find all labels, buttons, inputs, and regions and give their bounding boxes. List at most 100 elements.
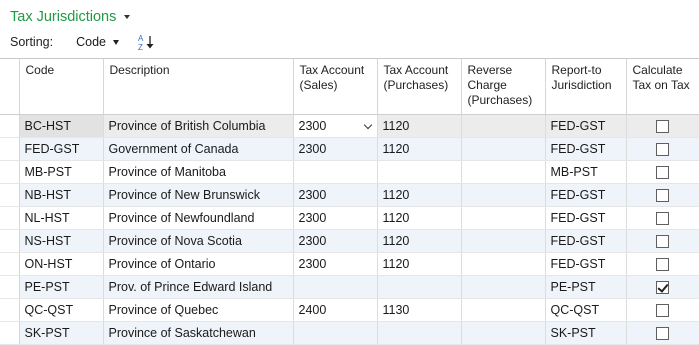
tax-account-purchases-cell[interactable]: 1120 bbox=[377, 183, 462, 207]
report-to-jurisdiction-cell[interactable]: FED-GST bbox=[545, 229, 627, 253]
reverse-charge-cell[interactable] bbox=[461, 160, 546, 184]
table-row[interactable]: SK-PST Province of Saskatchewan SK-PST bbox=[0, 321, 699, 345]
row-selector[interactable] bbox=[0, 298, 20, 322]
code-cell[interactable]: FED-GST bbox=[19, 137, 104, 161]
tax-account-purchases-cell[interactable]: 1120 bbox=[377, 137, 462, 161]
reverse-charge-cell[interactable] bbox=[461, 298, 546, 322]
reverse-charge-cell[interactable] bbox=[461, 137, 546, 161]
tax-account-sales-cell[interactable] bbox=[293, 160, 378, 184]
column-header-report-to-jurisdiction[interactable]: Report-to Jurisdiction bbox=[545, 59, 627, 115]
table-row[interactable]: NB-HST Province of New Brunswick 2300 1120 F… bbox=[0, 183, 699, 207]
tax-account-sales-cell[interactable]: 2400 bbox=[293, 298, 378, 322]
report-to-jurisdiction-cell[interactable]: FED-GST bbox=[545, 137, 627, 161]
tax-account-sales-cell[interactable]: 2300 bbox=[293, 229, 378, 253]
column-header-tax-account-sales[interactable]: Tax Account (Sales) bbox=[293, 59, 378, 115]
tax-account-purchases-cell[interactable] bbox=[377, 160, 462, 184]
calculate-tax-on-tax-checkbox[interactable] bbox=[656, 188, 669, 202]
column-header-code[interactable]: Code bbox=[19, 59, 104, 115]
table-row[interactable]: NS-HST Province of Nova Scotia 2300 1120 FED… bbox=[0, 229, 699, 253]
report-to-jurisdiction-cell[interactable]: FED-GST bbox=[545, 183, 627, 207]
reverse-charge-cell[interactable] bbox=[461, 114, 546, 138]
tax-account-sales-cell[interactable]: 2300 bbox=[293, 206, 378, 230]
tax-account-purchases-cell[interactable] bbox=[377, 275, 462, 299]
row-selector[interactable] bbox=[0, 229, 20, 253]
description-cell[interactable]: Province of Saskatchewan bbox=[103, 321, 294, 345]
column-header-tax-account-purchases[interactable]: Tax Account (Purchases) bbox=[377, 59, 462, 115]
table-row[interactable]: QC-QST Province of Quebec 2400 1130 QC-QST bbox=[0, 298, 699, 322]
calculate-tax-on-tax-checkbox[interactable] bbox=[656, 280, 669, 294]
tax-account-purchases-cell[interactable] bbox=[377, 321, 462, 345]
reverse-charge-cell[interactable] bbox=[461, 252, 546, 276]
column-header-reverse-charge[interactable]: Reverse Charge (Purchases) bbox=[461, 59, 546, 115]
calculate-tax-on-tax-checkbox[interactable] bbox=[656, 303, 669, 317]
row-selector[interactable] bbox=[0, 160, 20, 184]
reverse-charge-cell[interactable] bbox=[461, 229, 546, 253]
tax-account-sales-cell[interactable]: 2300 bbox=[293, 252, 378, 276]
calculate-tax-on-tax-checkbox[interactable] bbox=[656, 142, 669, 156]
tax-account-sales-cell[interactable]: 2300 bbox=[293, 137, 378, 161]
sort-ascending-az-icon[interactable]: A Z bbox=[136, 33, 160, 51]
description-cell[interactable]: Prov. of Prince Edward Island bbox=[103, 275, 294, 299]
calculate-tax-on-tax-checkbox[interactable] bbox=[656, 165, 669, 179]
tax-account-sales-cell[interactable] bbox=[293, 275, 378, 299]
description-cell[interactable]: Province of British Columbia bbox=[103, 114, 294, 138]
table-row[interactable]: FED-GST Government of Canada 2300 1120 FED-G… bbox=[0, 137, 699, 161]
calculate-tax-on-tax-checkbox[interactable] bbox=[656, 326, 669, 340]
code-cell[interactable]: QC-QST bbox=[19, 298, 104, 322]
tax-account-purchases-cell[interactable]: 1120 bbox=[377, 252, 462, 276]
row-selector-header[interactable] bbox=[0, 59, 20, 115]
chevron-down-icon[interactable] bbox=[363, 120, 372, 129]
tax-account-purchases-cell[interactable]: 1120 bbox=[377, 229, 462, 253]
report-to-jurisdiction-cell[interactable]: SK-PST bbox=[545, 321, 627, 345]
table-row[interactable]: MB-PST Province of Manitoba MB-PST bbox=[0, 160, 699, 184]
code-cell[interactable]: BC-HST bbox=[19, 114, 104, 138]
reverse-charge-cell[interactable] bbox=[461, 321, 546, 345]
row-selector[interactable] bbox=[0, 137, 20, 161]
table-row[interactable]: BC-HST Province of British Columbia 2300 11… bbox=[0, 114, 699, 138]
code-cell[interactable]: MB-PST bbox=[19, 160, 104, 184]
report-to-jurisdiction-cell[interactable]: PE-PST bbox=[545, 275, 627, 299]
page-title-bar[interactable]: Tax Jurisdictions bbox=[10, 7, 131, 27]
report-to-jurisdiction-cell[interactable]: MB-PST bbox=[545, 160, 627, 184]
code-cell[interactable]: NL-HST bbox=[19, 206, 104, 230]
row-selector[interactable] bbox=[0, 206, 20, 230]
description-cell[interactable]: Province of Newfoundland bbox=[103, 206, 294, 230]
chevron-down-icon[interactable] bbox=[124, 15, 131, 19]
description-cell[interactable]: Province of Ontario bbox=[103, 252, 294, 276]
report-to-jurisdiction-cell[interactable]: FED-GST bbox=[545, 114, 627, 138]
column-header-description[interactable]: Description bbox=[103, 59, 294, 115]
reverse-charge-cell[interactable] bbox=[461, 275, 546, 299]
code-cell[interactable]: NS-HST bbox=[19, 229, 104, 253]
row-selector[interactable] bbox=[0, 275, 20, 299]
code-cell[interactable]: SK-PST bbox=[19, 321, 104, 345]
table-row[interactable]: NL-HST Province of Newfoundland 2300 1120 FE… bbox=[0, 206, 699, 230]
calculate-tax-on-tax-checkbox[interactable] bbox=[656, 119, 669, 133]
description-cell[interactable]: Province of New Brunswick bbox=[103, 183, 294, 207]
code-cell[interactable]: ON-HST bbox=[19, 252, 104, 276]
description-cell[interactable]: Government of Canada bbox=[103, 137, 294, 161]
description-cell[interactable]: Province of Quebec bbox=[103, 298, 294, 322]
row-selector[interactable] bbox=[0, 321, 20, 345]
reverse-charge-cell[interactable] bbox=[461, 183, 546, 207]
tax-account-sales-cell[interactable] bbox=[293, 321, 378, 345]
row-selector[interactable] bbox=[0, 183, 20, 207]
report-to-jurisdiction-cell[interactable]: FED-GST bbox=[545, 252, 627, 276]
calculate-tax-on-tax-checkbox[interactable] bbox=[656, 257, 669, 271]
code-cell[interactable]: PE-PST bbox=[19, 275, 104, 299]
description-cell[interactable]: Province of Manitoba bbox=[103, 160, 294, 184]
page-title[interactable]: Tax Jurisdictions bbox=[10, 9, 116, 25]
description-cell[interactable]: Province of Nova Scotia bbox=[103, 229, 294, 253]
table-row[interactable]: ON-HST Province of Ontario 2300 1120 FED-GST bbox=[0, 252, 699, 276]
calculate-tax-on-tax-checkbox[interactable] bbox=[656, 234, 669, 248]
tax-account-purchases-cell[interactable]: 1120 bbox=[377, 114, 462, 138]
calculate-tax-on-tax-checkbox[interactable] bbox=[656, 211, 669, 225]
tax-account-purchases-cell[interactable]: 1120 bbox=[377, 206, 462, 230]
row-selector[interactable] bbox=[0, 252, 20, 276]
column-header-calculate-tax-on-tax[interactable]: Calculate Tax on Tax bbox=[626, 59, 699, 115]
tax-account-sales-cell[interactable]: 2300 bbox=[293, 183, 378, 207]
table-row[interactable]: PE-PST Prov. of Prince Edward Island PE-PS… bbox=[0, 275, 699, 299]
tax-account-purchases-cell[interactable]: 1130 bbox=[377, 298, 462, 322]
tax-account-sales-cell[interactable]: 2300 bbox=[293, 114, 378, 138]
report-to-jurisdiction-cell[interactable]: FED-GST bbox=[545, 206, 627, 230]
code-cell[interactable]: NB-HST bbox=[19, 183, 104, 207]
